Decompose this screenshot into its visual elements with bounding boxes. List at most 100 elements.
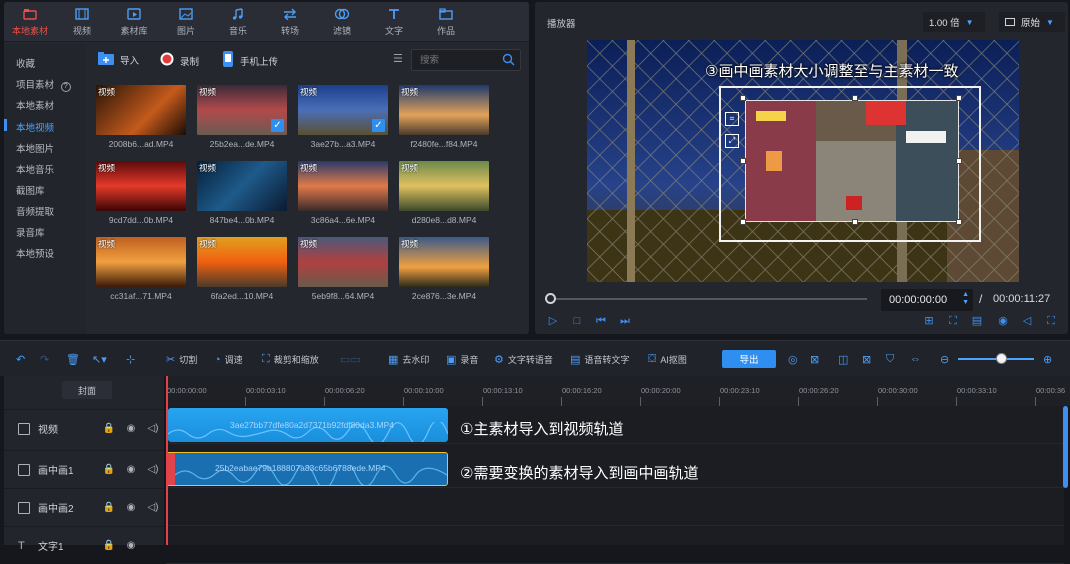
speaker-icon[interactable]: ◁) — [146, 502, 160, 513]
progress-track[interactable] — [549, 298, 867, 300]
search-icon[interactable] — [502, 53, 515, 69]
eye-icon[interactable]: ◉ — [124, 502, 138, 513]
export-button[interactable]: 导出 — [722, 350, 776, 368]
pip-clip[interactable]: 25b2eabae79b188807a83c65b6788ede.MP4 — [166, 452, 448, 486]
pip-fit-icon[interactable]: ⤢ — [725, 134, 739, 148]
volume-icon[interactable]: ◁ — [1021, 315, 1033, 327]
media-clip[interactable]: 视频 ✓ 25b2ea...de.MP4 — [197, 85, 287, 149]
remove-watermark-button[interactable]: ▦ 去水印 — [388, 353, 429, 366]
eye-icon[interactable]: ◉ — [124, 464, 138, 475]
lock-icon[interactable]: 🔒 — [102, 423, 116, 434]
next-frame-icon[interactable]: ⏭ — [619, 315, 631, 327]
time-stepper-icon[interactable]: ▲ ▼ — [962, 291, 969, 307]
playhead[interactable] — [166, 376, 168, 545]
tab-music[interactable]: 音乐 — [212, 2, 264, 42]
checkmark-icon[interactable]: ✓ — [372, 119, 385, 132]
tab-library[interactable]: 素材库 — [108, 2, 160, 42]
crop-zoom-button[interactable]: ⛶ 裁剪和缩放 — [262, 353, 319, 366]
mirror-icon[interactable]: ◫ — [838, 353, 848, 366]
record-button[interactable]: 录制 — [160, 52, 199, 69]
tab-works[interactable]: 作品 — [420, 2, 472, 42]
tab-transition[interactable]: 转场 — [264, 2, 316, 42]
speaker-icon[interactable]: ◁) — [146, 423, 160, 434]
zoom-knob[interactable] — [996, 353, 1007, 364]
speaker-icon[interactable]: ◁) — [146, 464, 160, 475]
nav-local-media[interactable]: 本地素材 — [16, 98, 54, 112]
media-clip[interactable]: 视频 5eb9f8...64.MP4 — [298, 237, 388, 301]
checkmark-icon[interactable]: ✓ — [271, 119, 284, 132]
crop-box-icon[interactable]: ⊠ — [862, 353, 871, 366]
resize-handle[interactable] — [956, 158, 962, 164]
speech-to-text-button[interactable]: ▤ 语音转文字 — [570, 353, 629, 366]
nav-favorites[interactable]: 收藏 — [16, 56, 35, 70]
speed-button[interactable]: ◔ 调速 — [214, 353, 243, 366]
redo-icon[interactable]: ↷ — [40, 353, 49, 366]
speed-select[interactable]: 1.00 倍 ▼ — [923, 12, 985, 32]
undo-icon[interactable]: ↶ — [16, 353, 25, 366]
lock-icon[interactable]: 🔒 — [102, 502, 116, 513]
select-tool-icon[interactable]: ↖▾ — [92, 353, 107, 366]
split-icon[interactable]: ⊠ — [810, 353, 819, 366]
help-icon[interactable]: ? — [60, 82, 71, 92]
nav-local-presets[interactable]: 本地预设 — [16, 246, 54, 260]
resize-handle[interactable] — [852, 95, 858, 101]
tab-video[interactable]: 视频 — [56, 2, 108, 42]
nav-recording-library[interactable]: 录音库 — [16, 225, 45, 239]
marker-icon[interactable]: ⊹ — [126, 353, 135, 366]
fullscreen-icon[interactable]: ⛶ — [1045, 315, 1057, 327]
subtitle-icon[interactable]: ▤ — [971, 315, 983, 327]
camera-icon[interactable]: ◉ — [997, 315, 1009, 327]
media-clip[interactable]: 视频 3c86a4...6e.MP4 — [298, 161, 388, 225]
timeline-scrollbar[interactable] — [1063, 406, 1068, 488]
eye-icon[interactable]: ◉ — [124, 423, 138, 434]
grid-icon[interactable]: ⊞ — [923, 315, 935, 327]
tab-image[interactable]: 图片 — [160, 2, 212, 42]
eye-icon[interactable]: ◉ — [124, 540, 138, 551]
pip-bounding-box[interactable]: ⌗ ⤢ — [719, 86, 981, 242]
resize-handle[interactable] — [740, 95, 746, 101]
media-clip[interactable]: 视频 f2480fe...f84.MP4 — [399, 85, 489, 149]
fit-width-icon[interactable]: ⇔ — [910, 353, 921, 365]
timeline-ruler[interactable]: 00:00:00:00 00:00:03:10 00:00:06:20 00:00:1… — [166, 376, 1070, 406]
resize-handle[interactable] — [956, 95, 962, 101]
media-clip[interactable]: 视频 2008b6...ad.MP4 — [96, 85, 186, 149]
tab-local-media[interactable]: 本地素材 — [4, 2, 56, 42]
search-input[interactable] — [412, 50, 492, 70]
sort-icon[interactable]: ☰ — [393, 52, 403, 65]
progress-knob[interactable] — [545, 293, 556, 304]
import-button[interactable]: 导入 — [98, 52, 139, 68]
nav-local-music[interactable]: 本地音乐 — [16, 162, 54, 176]
media-clip[interactable]: 视频 cc31af...71.MP4 — [96, 237, 186, 301]
record-audio-button[interactable]: ▣ 录音 — [446, 353, 478, 366]
pip-crop-icon[interactable]: ⌗ — [725, 112, 739, 126]
media-clip[interactable]: 视频 2ce876...3e.MP4 — [399, 237, 489, 301]
play-icon[interactable]: ▷ — [547, 315, 559, 327]
tab-text[interactable]: 文字 — [368, 2, 420, 42]
resize-handle[interactable] — [740, 219, 746, 225]
resize-handle[interactable] — [956, 219, 962, 225]
lock-icon[interactable]: 🔒 — [102, 464, 116, 475]
stop-icon[interactable]: □ — [571, 315, 583, 327]
nav-project-media[interactable]: 项目素材 ? — [16, 77, 71, 92]
ratio-select[interactable]: 原始 ▼ — [999, 12, 1065, 32]
main-video-clip[interactable]: 3ae27bb77dfe80a2d7371b92fdf80da3.MP4 — [168, 408, 448, 442]
media-clip[interactable]: 视频 847be4...0b.MP4 — [197, 161, 287, 225]
delete-icon[interactable]: 🗑 — [66, 353, 80, 366]
nav-local-image[interactable]: 本地图片 — [16, 141, 54, 155]
shield-icon[interactable]: ⛉ — [886, 353, 894, 366]
media-clip[interactable]: 视频 d280e8...d8.MP4 — [399, 161, 489, 225]
prev-frame-icon[interactable]: ⏮ — [595, 315, 607, 327]
phone-upload-button[interactable]: 手机上传 — [222, 51, 278, 70]
media-clip[interactable]: 视频 6fa2ed...10.MP4 — [197, 237, 287, 301]
tab-filter[interactable]: 滤镜 — [316, 2, 368, 42]
zoom-out-icon[interactable]: ⊖ — [940, 353, 949, 366]
nav-local-video[interactable]: 本地视频 — [16, 120, 54, 134]
text-to-speech-button[interactable]: ⚙ 文字转语音 — [494, 353, 553, 366]
cut-button[interactable]: ✂ 切割 — [166, 353, 197, 366]
cover-button[interactable]: 封面 — [62, 381, 112, 399]
media-clip[interactable]: 视频 ✓ 3ae27b...a3.MP4 — [298, 85, 388, 149]
ai-cutout-button[interactable]: ⛋ AI抠图 — [648, 353, 687, 366]
zoom-in-icon[interactable]: ⊕ — [1043, 353, 1052, 366]
screenshot-crop-icon[interactable]: ⛶ — [947, 315, 959, 327]
effects-icon[interactable]: ◎ — [788, 353, 798, 366]
